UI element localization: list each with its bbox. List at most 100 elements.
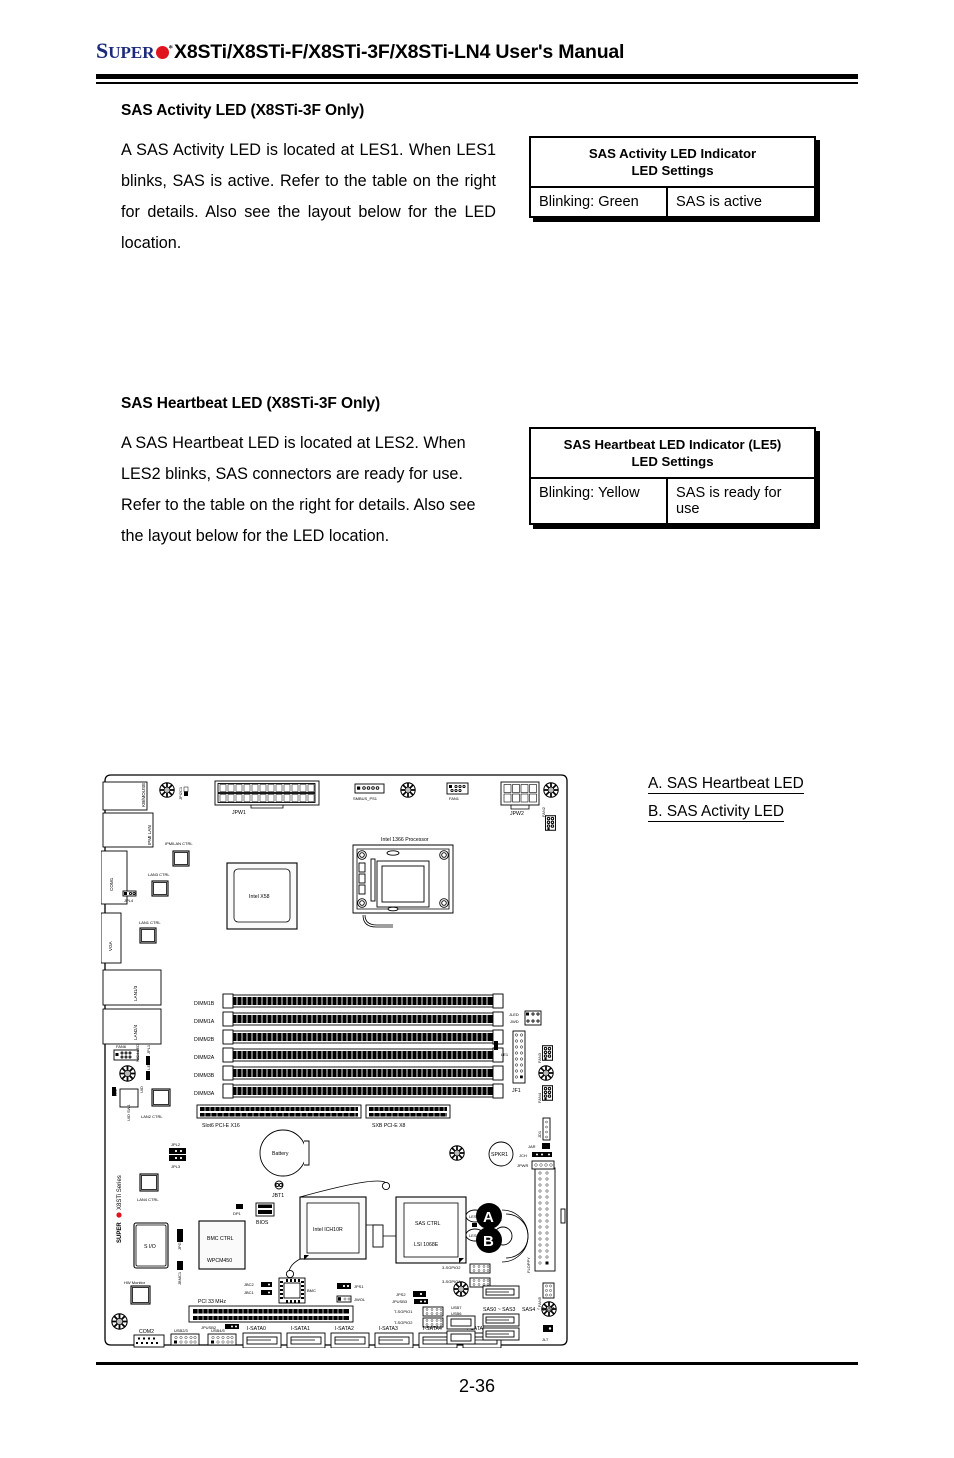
table-header-sas-heartbeat: SAS Heartbeat LED Indicator (LE5) LED Se… [531,429,814,479]
svg-text:LAN1 CTRL: LAN1 CTRL [139,920,161,925]
svg-text:FAN1: FAN1 [449,796,460,801]
svg-text:I-SATA2: I-SATA2 [335,1326,354,1332]
cell-led-meaning: SAS is ready for use [676,485,782,517]
svg-text:B: B [483,1233,494,1250]
svg-text:JAR: JAR [528,1144,536,1149]
svg-text:JLT: JLT [542,1337,549,1342]
footer-rule [96,1362,858,1365]
svg-text:JPW1: JPW1 [232,810,246,816]
logo-asterisk: * [168,43,174,54]
cell-led-setting: Blinking: Green [531,188,668,216]
svg-text:JLED: JLED [509,1012,519,1017]
svg-text:FAN6: FAN6 [116,1044,127,1049]
diagram-legend: A. SAS Heartbeat LED B. SAS Activity LED [648,775,804,831]
svg-text:SAS CTRL: SAS CTRL [415,1221,440,1227]
svg-text:HW Monitor: HW Monitor [124,1280,146,1285]
svg-text:KB/MOUSE: KB/MOUSE [141,783,146,807]
svg-text:LAN2 CTRL: LAN2 CTRL [141,1114,163,1119]
svg-text:IPMI LAN: IPMI LAN [147,825,152,845]
svg-text:JPI2C1: JPI2C1 [178,786,183,800]
svg-text:FAN4: FAN4 [537,1092,542,1103]
legend-item-b-label: B. SAS Activity LED [648,803,784,822]
svg-text:Slot6 PCI-E X16: Slot6 PCI-E X16 [202,1123,240,1129]
svg-text:JPUSB3: JPUSB3 [392,1299,408,1304]
svg-text:3-SGPIO2: 3-SGPIO2 [442,1265,461,1270]
svg-text:JPL1: JPL1 [146,1044,151,1054]
section-heading-sas-heartbeat: SAS Heartbeat LED (X8STi-3F Only) [121,395,381,412]
table-header-line1: SAS Heartbeat LED Indicator (LE5) [563,437,782,452]
svg-text:IPMILAN CTRL: IPMILAN CTRL [165,841,193,846]
table-sas-heartbeat-led: SAS Heartbeat LED Indicator (LE5) LED Se… [529,427,816,525]
page-header: SUPER *X8STi/X8STi-F/X8STi-3F/X8STi-LN4 U… [96,38,866,72]
svg-text:USB7: USB7 [451,1305,462,1310]
svg-text:BIOS: BIOS [256,1220,269,1226]
motherboard-layout-diagram: .bd{fill:none;stroke:#000;stroke-width:1… [101,773,571,1348]
svg-text:JPL3: JPL3 [171,1164,181,1169]
svg-text:JBMC1: JBMC1 [177,1271,182,1285]
svg-text:Intel 1366 Processor: Intel 1366 Processor [381,837,429,843]
svg-text:I-SATA3: I-SATA3 [379,1326,398,1332]
svg-text:COM2: COM2 [139,1329,154,1335]
cell-led-setting: Blinking: Yellow [531,479,668,523]
svg-text:DIMM1A: DIMM1A [194,1019,215,1025]
svg-text:LAN3 CTRL: LAN3 CTRL [148,872,170,877]
svg-text:PCI 33 MHz: PCI 33 MHz [198,1299,226,1305]
svg-text:JPL2: JPL2 [171,1142,181,1147]
svg-text:JD1: JD1 [537,1130,542,1138]
svg-text:JPS2: JPS2 [396,1292,406,1297]
page-number: 2-36 [458,1376,496,1396]
svg-text:I-SATA1: I-SATA1 [291,1326,310,1332]
svg-text:COM1: COM1 [109,877,114,891]
svg-text:Intel ICH10R: Intel ICH10R [313,1227,343,1233]
svg-text:SPKR1: SPKR1 [491,1152,508,1158]
table-sas-activity-led: SAS Activity LED Indicator LED Settings … [529,136,816,218]
svg-text:T-SGPIO2: T-SGPIO2 [394,1320,413,1325]
svg-text:S I/O: S I/O [144,1244,156,1250]
svg-text:FLOPPY: FLOPPY [526,1257,531,1273]
svg-text:A: A [483,1209,494,1226]
svg-text:SUPER: SUPER [117,1222,123,1243]
svg-text:I-SATA4: I-SATA4 [423,1326,442,1332]
logo-red-dot-icon [155,46,169,59]
svg-text:JWOL: JWOL [354,1297,366,1302]
svg-text:BMC CTRL: BMC CTRL [207,1236,234,1242]
svg-text:USB4/5: USB4/5 [211,1328,226,1333]
svg-text:JWD: JWD [510,1019,519,1024]
svg-text:Intel X58: Intel X58 [249,894,270,900]
svg-text:VGA: VGA [108,940,113,951]
svg-text:UID: UID [139,1086,144,1093]
svg-text:NIC4 LED: NIC4 LED [135,1044,140,1062]
section-body-sas-activity: A SAS Activity LED is located at LES1. W… [121,141,496,252]
svg-text:DIMM3B: DIMM3B [194,1073,215,1079]
svg-text:Battery: Battery [272,1151,289,1157]
svg-text:JCH: JCH [519,1153,527,1158]
header-rule-thin [96,82,858,84]
svg-text:UID SW1: UID SW1 [126,1104,131,1121]
svg-text:WPCM450: WPCM450 [207,1258,232,1264]
manual-page: SUPER *X8STi/X8STi-F/X8STi-3F/X8STi-LN4 U… [0,0,954,1458]
svg-text:DIMM2B: DIMM2B [194,1037,215,1043]
svg-text:SMBUS_PS1: SMBUS_PS1 [353,796,378,801]
svg-text:LAN4 CTRL: LAN4 CTRL [137,1197,159,1202]
svg-text:JPS1: JPS1 [354,1284,364,1289]
svg-text:JBC2: JBC2 [244,1282,255,1287]
section-heading-sas-activity: SAS Activity LED (X8STi-3F Only) [121,102,365,119]
manual-title: X8STi/X8STi-F/X8STi-3F/X8STi-LN4 User's … [174,41,625,63]
cell-led-meaning: SAS is active [676,194,762,210]
svg-text:DP1: DP1 [233,1211,242,1216]
svg-text:LAN2/4: LAN2/4 [133,1024,138,1040]
svg-text:LSI 1068E: LSI 1068E [414,1242,439,1248]
legend-item-a: A. SAS Heartbeat LED [648,775,804,794]
svg-text:JBC1: JBC1 [244,1290,255,1295]
table-row: Blinking: Yellow SAS is ready for use [531,479,814,523]
section-body-sas-heartbeat: A SAS Heartbeat LED is located at LES2. … [121,434,476,545]
svg-text:LAN1/3: LAN1/3 [133,985,138,1001]
svg-text:JPL4: JPL4 [124,898,134,903]
svg-text:BMC: BMC [307,1288,316,1293]
logo-text-upper: UPER [108,43,155,62]
svg-text:T-SGPIO1: T-SGPIO1 [394,1309,413,1314]
svg-text:SAS4 ~ SAS7: SAS4 ~ SAS7 [522,1307,555,1313]
svg-text:JPW2: JPW2 [510,811,524,817]
supermicro-logo: SUPER * [96,38,173,64]
svg-text:DIMM1B: DIMM1B [194,1001,215,1007]
